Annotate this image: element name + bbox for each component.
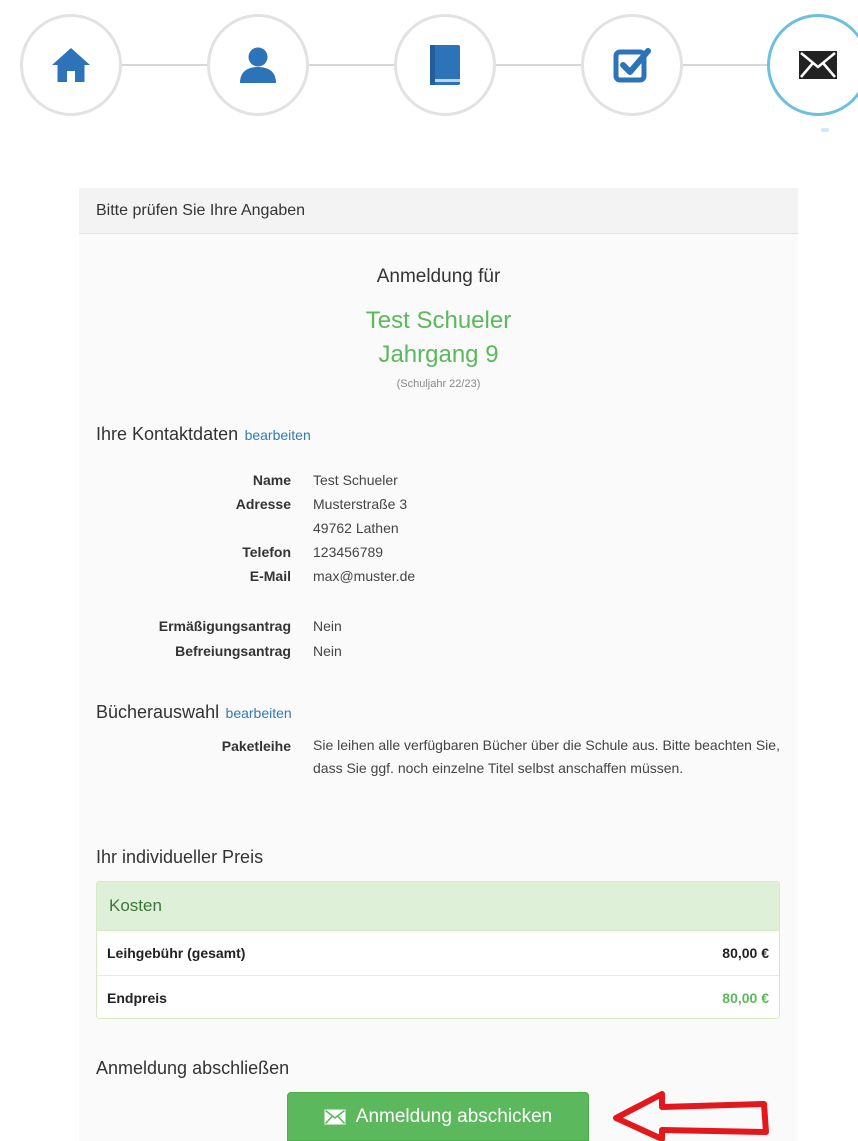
- step-submit[interactable]: [767, 14, 858, 116]
- contact-section-header: Ihre Kontaktdaten bearbeiten: [96, 424, 311, 445]
- email-value: max@muster.de: [313, 568, 416, 584]
- phone-label: Telefon: [242, 544, 291, 560]
- price-section-title: Ihr individueller Preis: [96, 847, 264, 867]
- registration-for-label: Anmeldung für: [376, 266, 501, 287]
- reduction-value: Nein: [313, 618, 342, 634]
- name-label: Name: [252, 472, 291, 488]
- step-review[interactable]: [581, 14, 683, 116]
- envelope-icon: [799, 51, 837, 79]
- edit-books-link[interactable]: bearbeiten: [226, 705, 292, 721]
- package-description: Sie leihen alle verfügbaren Bücher über …: [313, 737, 780, 776]
- student-name: Test Schueler: [365, 307, 512, 334]
- exemption-value: Nein: [313, 643, 342, 659]
- user-icon: [240, 47, 276, 83]
- books-section-title: Bücherauswahl: [96, 702, 220, 722]
- final-price-value: 80,00 €: [722, 990, 769, 1006]
- cost-table: Kosten Leihgebühr (gesamt) 80,00 € Endpr…: [96, 881, 780, 1019]
- red-arrow-annotation: [613, 1091, 769, 1141]
- package-label: Paketleihe: [221, 738, 291, 754]
- step-connector: [120, 64, 212, 66]
- step-books[interactable]: [394, 14, 496, 116]
- active-step-indicator: [821, 128, 829, 132]
- book-icon: [430, 45, 460, 85]
- step-connector: [306, 64, 398, 66]
- grade-label: Jahrgang 9: [378, 341, 499, 368]
- address-label: Adresse: [235, 496, 291, 512]
- exemption-label: Befreiungsantrag: [175, 643, 291, 659]
- step-personal-data[interactable]: [207, 14, 309, 116]
- panel-heading: Bitte prüfen Sie Ihre Angaben: [79, 188, 798, 234]
- step-connector: [493, 64, 585, 66]
- phone-value: 123456789: [313, 544, 384, 560]
- submit-button-label: Anmeldung abschicken: [355, 1105, 553, 1127]
- checkbox-icon: [613, 48, 651, 83]
- cost-table-heading: Kosten: [97, 882, 779, 931]
- email-label: E-Mail: [249, 568, 291, 584]
- contact-section-title: Ihre Kontaktdaten: [96, 424, 239, 444]
- name-value: Test Schueler: [313, 472, 398, 488]
- finish-section-title: Anmeldung abschließen: [96, 1058, 290, 1078]
- cost-row-value: 80,00 €: [722, 945, 769, 961]
- school-year: (Schuljahr 22/23): [396, 378, 481, 390]
- reduction-label: Ermäßigungsantrag: [158, 618, 291, 634]
- review-panel: Bitte prüfen Sie Ihre Angaben Anmeldung …: [79, 188, 798, 1141]
- progress-stepper: [0, 0, 858, 132]
- envelope-icon: [324, 1109, 346, 1124]
- step-connector: [680, 64, 772, 66]
- table-row: Endpreis 80,00 €: [97, 976, 779, 1020]
- address-line1: Musterstraße 3: [313, 496, 408, 512]
- cost-row-label: Leihgebühr (gesamt): [107, 945, 246, 961]
- home-icon: [52, 48, 90, 82]
- books-section-header: Bücherauswahl bearbeiten: [96, 702, 292, 723]
- edit-contact-link[interactable]: bearbeiten: [245, 427, 311, 443]
- table-row: Leihgebühr (gesamt) 80,00 €: [97, 931, 779, 976]
- address-line2: 49762 Lathen: [313, 520, 399, 536]
- step-home[interactable]: [20, 14, 122, 116]
- submit-registration-button[interactable]: Anmeldung abschicken: [287, 1092, 589, 1141]
- final-price-label: Endpreis: [107, 990, 167, 1006]
